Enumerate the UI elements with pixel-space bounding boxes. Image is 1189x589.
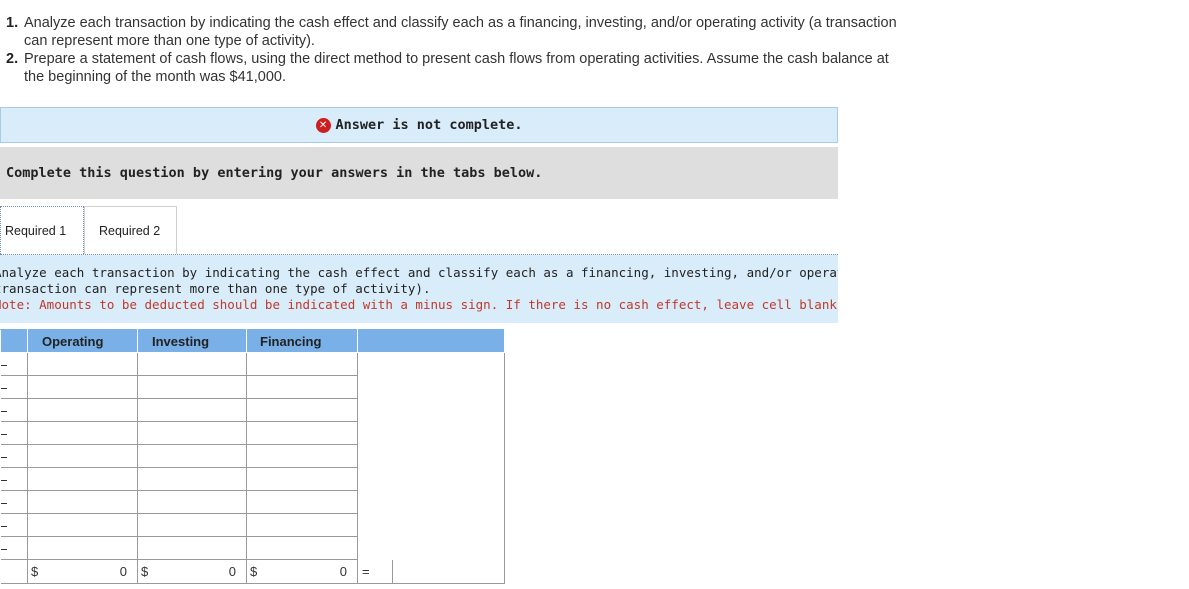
operating-total: $0 [27, 559, 138, 584]
row-marker [0, 398, 28, 422]
investing-input[interactable] [137, 513, 247, 537]
table-row [0, 352, 505, 376]
x-circle-icon: ✕ [315, 117, 331, 133]
complete-prompt-box: Complete this question by entering your … [0, 147, 838, 199]
instruction-number: 2. [6, 51, 19, 67]
financing-total: $0 [246, 559, 358, 584]
blank-cell [357, 352, 505, 376]
header-blank [0, 329, 28, 353]
operating-input[interactable] [27, 490, 138, 514]
financing-input[interactable] [246, 421, 358, 445]
operating-input[interactable] [27, 513, 138, 537]
tab-bar: Required 1 Required 2 [0, 206, 177, 254]
header-extra [357, 329, 505, 353]
total-value: 0 [119, 563, 127, 579]
table-row [0, 467, 505, 491]
question-line-2: transaction can represent more than one … [0, 281, 431, 296]
table-row [0, 398, 505, 422]
equals-sign: = [362, 563, 370, 579]
financing-input[interactable] [246, 352, 358, 376]
row-marker [0, 421, 28, 445]
blank-cell [357, 421, 505, 445]
tab-required-1[interactable]: Required 1 [0, 206, 84, 254]
financing-input[interactable] [246, 490, 358, 514]
financing-input[interactable] [246, 513, 358, 537]
question-line-1: Analyze each transaction by indicating t… [0, 265, 838, 280]
blank-cell [357, 467, 505, 491]
question-note: Note: Amounts to be deducted should be i… [0, 297, 838, 312]
blank-cell [357, 513, 505, 537]
instruction-1: 1. Analyze each transaction by indicatin… [6, 14, 906, 50]
complete-prompt-text: Complete this question by entering your … [6, 165, 543, 181]
financing-input[interactable] [246, 536, 358, 560]
table-row [0, 536, 505, 560]
instruction-text: Prepare a statement of cash flows, using… [24, 51, 889, 85]
tab-required-2[interactable]: Required 2 [84, 206, 177, 254]
instruction-text: Analyze each transaction by indicating t… [24, 15, 897, 49]
investing-total: $0 [137, 559, 247, 584]
blank-cell [357, 444, 505, 468]
investing-input[interactable] [137, 421, 247, 445]
instruction-number: 1. [6, 15, 19, 31]
answer-status-banner: ✕ Answer is not complete. [0, 107, 838, 143]
row-marker [0, 352, 28, 376]
instructions: 1. Analyze each transaction by indicatin… [6, 14, 906, 86]
row-marker [0, 490, 28, 514]
investing-input[interactable] [137, 352, 247, 376]
operating-input[interactable] [27, 352, 138, 376]
table-row [0, 444, 505, 468]
total-value: 0 [228, 563, 236, 579]
row-marker [0, 467, 28, 491]
header-operating: Operating [27, 329, 138, 353]
question-box: Analyze each transaction by indicating t… [0, 255, 838, 323]
tab-label: Required 2 [99, 223, 161, 238]
header-investing: Investing [137, 329, 247, 353]
blank-cell [357, 490, 505, 514]
row-marker [0, 513, 28, 537]
blank-cell [357, 536, 505, 560]
blank-cell [357, 375, 505, 399]
row-marker [0, 536, 28, 560]
operating-input[interactable] [27, 536, 138, 560]
table-row [0, 421, 505, 445]
instruction-2: 2. Prepare a statement of cash flows, us… [6, 50, 906, 86]
net-change-input[interactable] [392, 559, 504, 583]
investing-input[interactable] [137, 444, 247, 468]
operating-input[interactable] [27, 398, 138, 422]
financing-input[interactable] [246, 444, 358, 468]
investing-input[interactable] [137, 467, 247, 491]
financing-input[interactable] [246, 375, 358, 399]
investing-input[interactable] [137, 398, 247, 422]
answer-status-text: Answer is not complete. [335, 117, 523, 133]
row-marker [0, 559, 28, 584]
financing-input[interactable] [246, 467, 358, 491]
row-marker [0, 375, 28, 399]
total-value: 0 [339, 563, 347, 579]
blank-cell [357, 398, 505, 422]
currency-symbol: $ [250, 563, 258, 579]
totals-row: $0 $0 $0 = [0, 559, 505, 584]
activity-table: Operating Investing Financing $0 $0 $0 = [0, 329, 505, 584]
operating-input[interactable] [27, 444, 138, 468]
currency-symbol: $ [141, 563, 149, 579]
equals-cell: = [357, 559, 505, 584]
operating-input[interactable] [27, 467, 138, 491]
currency-symbol: $ [31, 563, 39, 579]
table-row [0, 513, 505, 537]
investing-input[interactable] [137, 375, 247, 399]
operating-input[interactable] [27, 375, 138, 399]
investing-input[interactable] [137, 536, 247, 560]
tab-label: Required 1 [5, 223, 67, 238]
financing-input[interactable] [246, 398, 358, 422]
table-row [0, 375, 505, 399]
row-marker [0, 444, 28, 468]
operating-input[interactable] [27, 421, 138, 445]
investing-input[interactable] [137, 490, 247, 514]
table-header-row: Operating Investing Financing [0, 329, 505, 353]
table-row [0, 490, 505, 514]
header-financing: Financing [246, 329, 358, 353]
